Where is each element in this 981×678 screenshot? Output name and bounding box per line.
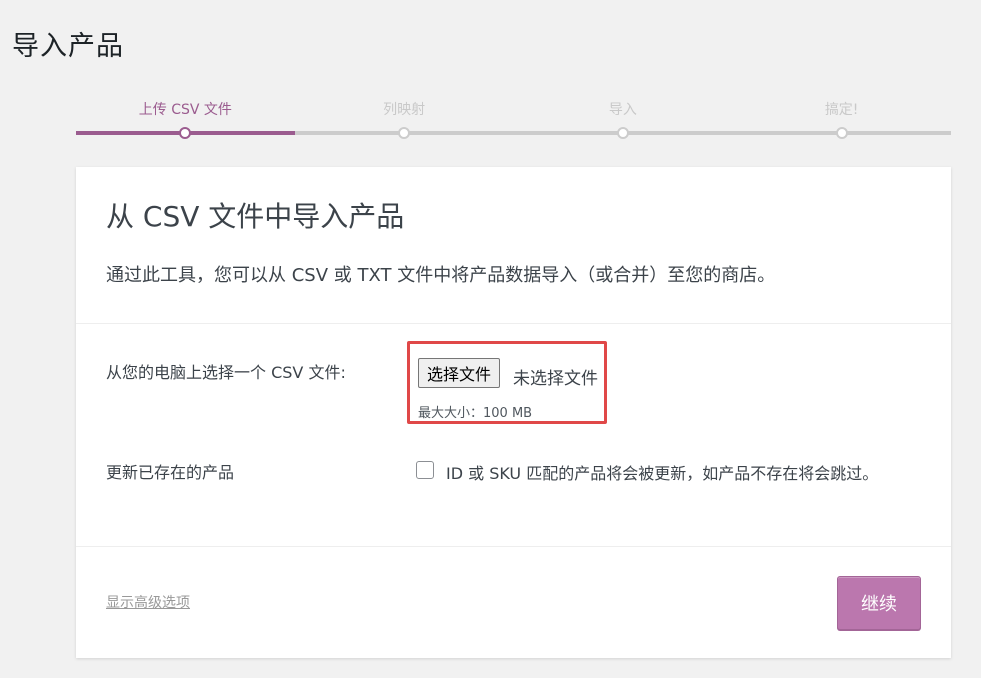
update-existing-checkbox[interactable] [416,461,434,479]
step-upload: 上传 CSV 文件 [76,96,295,142]
card-description: 通过此工具，您可以从 CSV 或 TXT 文件中将产品数据导入（或合并）至您的商… [106,265,776,286]
step-dot [835,127,848,139]
continue-button[interactable]: 继续 [837,576,921,630]
update-existing-checkbox-label[interactable]: ID 或 SKU 匹配的产品将会被更新，如产品不存在将会跳过。 [446,460,878,484]
page-title: 导入产品 [12,31,124,63]
max-size-note: 最大大小：100 MB [418,406,533,421]
show-advanced-options-link[interactable]: 显示高级选项 [106,592,190,612]
card-header: 从 CSV 文件中导入产品 通过此工具，您可以从 CSV 或 TXT 文件中将产… [76,167,951,324]
card-footer: 显示高级选项 继续 [76,547,951,657]
step-dot [616,127,629,139]
step-label: 列映射 [383,102,426,118]
step-label: 导入 [608,102,637,118]
step-label: 上传 CSV 文件 [138,102,232,118]
choose-file-button[interactable]: 选择文件 [418,358,501,388]
step-label: 搞定! [824,102,859,118]
update-row-label: 更新已存在的产品 [106,463,235,482]
step-dot [398,127,411,139]
import-card: 从 CSV 文件中导入产品 通过此工具，您可以从 CSV 或 TXT 文件中将产… [76,167,951,658]
progress-steps: 上传 CSV 文件 列映射 导入 搞定! [76,96,951,142]
step-import: 导入 [513,96,733,142]
file-upload-highlight: 选择文件 未选择文件 最大大小：100 MB [407,341,607,424]
step-done: 搞定! [732,96,951,142]
card-title: 从 CSV 文件中导入产品 [106,200,405,233]
step-column-mapping: 列映射 [294,96,514,142]
file-status: 未选择文件 [513,369,598,389]
import-form: 从您的电脑上选择一个 CSV 文件: 选择文件 未选择文件 最大大小：100 M… [76,324,951,547]
file-row-label: 从您的电脑上选择一个 CSV 文件: [106,363,346,382]
step-dot [179,127,192,139]
